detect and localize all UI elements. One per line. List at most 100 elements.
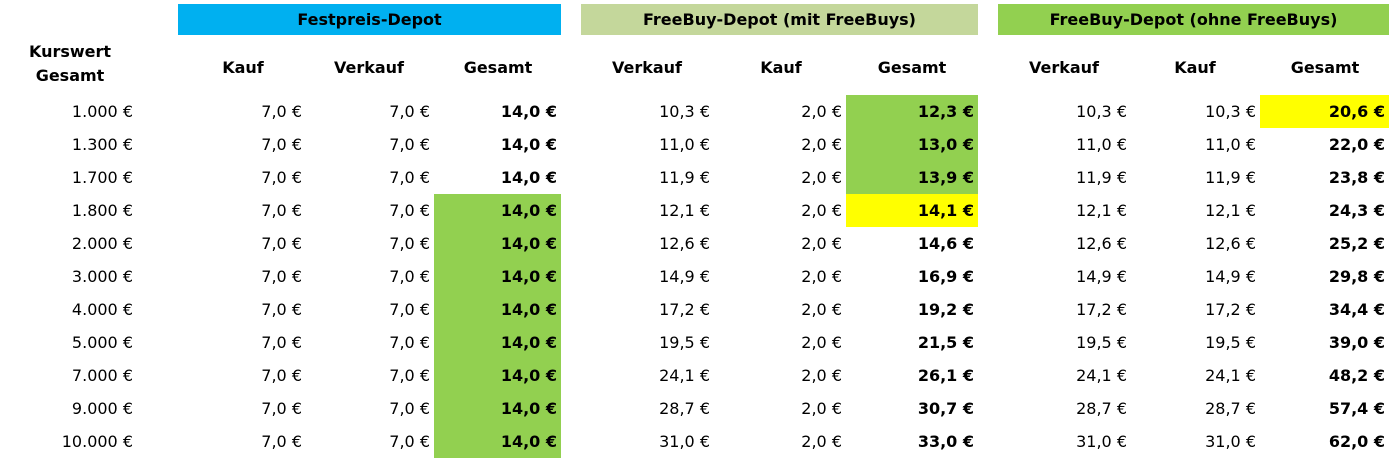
fee-cell: 7,0 € bbox=[389, 300, 430, 319]
fee-cell: 14,9 € bbox=[659, 267, 710, 286]
fee-cell: 11,9 € bbox=[1205, 168, 1256, 187]
fee-cell: 12,1 € bbox=[1076, 201, 1127, 220]
fee-cell: 12,6 € bbox=[659, 234, 710, 253]
kurswert-cell: 5.000 € bbox=[71, 333, 133, 352]
fee-cell: 2,0 € bbox=[801, 366, 842, 385]
fee-cell: 7,0 € bbox=[389, 201, 430, 220]
total-cell: 48,2 € bbox=[1328, 366, 1385, 385]
fee-cell: 7,0 € bbox=[389, 366, 430, 385]
fee-cell: 2,0 € bbox=[801, 399, 842, 418]
fee-cell: 12,6 € bbox=[1205, 234, 1256, 253]
fee-cell: 7,0 € bbox=[261, 432, 302, 451]
fee-cell: 10,3 € bbox=[659, 102, 710, 121]
fee-cell: 2,0 € bbox=[801, 102, 842, 121]
fee-cell: 12,1 € bbox=[659, 201, 710, 220]
column-header: Verkauf bbox=[611, 58, 683, 77]
fee-cell: 17,2 € bbox=[659, 300, 710, 319]
fee-cell: 7,0 € bbox=[261, 234, 302, 253]
fee-cell: 24,1 € bbox=[659, 366, 710, 385]
group-header: FreeBuy-Depot (mit FreeBuys) bbox=[581, 4, 978, 35]
fee-cell: 19,5 € bbox=[1205, 333, 1256, 352]
row-header-label: Kurswert bbox=[28, 42, 112, 61]
fee-cell: 7,0 € bbox=[261, 333, 302, 352]
total-cell: 23,8 € bbox=[1328, 168, 1385, 187]
fee-cell: 12,1 € bbox=[1205, 201, 1256, 220]
fee-cell: 2,0 € bbox=[801, 333, 842, 352]
fee-cell: 7,0 € bbox=[261, 201, 302, 220]
fee-cell: 7,0 € bbox=[389, 399, 430, 418]
kurswert-cell: 1.700 € bbox=[71, 168, 133, 187]
fee-cell: 17,2 € bbox=[1205, 300, 1256, 319]
row-header-label: Gesamt bbox=[35, 66, 105, 85]
group-header: FreeBuy-Depot (ohne FreeBuys) bbox=[998, 4, 1389, 35]
fee-cell: 7,0 € bbox=[261, 300, 302, 319]
kurswert-cell: 2.000 € bbox=[71, 234, 133, 253]
fee-cell: 19,5 € bbox=[659, 333, 710, 352]
kurswert-cell: 3.000 € bbox=[71, 267, 133, 286]
total-cell: 22,0 € bbox=[1328, 135, 1385, 154]
total-cell: 14,6 € bbox=[917, 234, 974, 253]
total-cell: 14,0 € bbox=[434, 359, 561, 392]
fee-cell: 11,9 € bbox=[1076, 168, 1127, 187]
fee-cell: 11,0 € bbox=[1076, 135, 1127, 154]
total-cell: 14,0 € bbox=[434, 326, 561, 359]
fee-cell: 11,0 € bbox=[659, 135, 710, 154]
fee-cell: 2,0 € bbox=[801, 201, 842, 220]
kurswert-cell: 10.000 € bbox=[61, 432, 133, 451]
fee-cell: 10,3 € bbox=[1205, 102, 1256, 121]
total-cell: 24,3 € bbox=[1328, 201, 1385, 220]
total-cell: 19,2 € bbox=[917, 300, 974, 319]
fee-cell: 2,0 € bbox=[801, 168, 842, 187]
total-cell: 29,8 € bbox=[1328, 267, 1385, 286]
column-header: Verkauf bbox=[1028, 58, 1100, 77]
total-cell: 34,4 € bbox=[1328, 300, 1385, 319]
fee-cell: 17,2 € bbox=[1076, 300, 1127, 319]
total-cell: 14,0 € bbox=[434, 392, 561, 425]
fee-cell: 7,0 € bbox=[261, 366, 302, 385]
total-cell: 13,0 € bbox=[846, 128, 978, 161]
total-cell: 25,2 € bbox=[1328, 234, 1385, 253]
kurswert-cell: 1.800 € bbox=[71, 201, 133, 220]
total-cell: 57,4 € bbox=[1328, 399, 1385, 418]
fee-cell: 7,0 € bbox=[389, 102, 430, 121]
total-cell: 14,0 € bbox=[434, 194, 561, 227]
fee-cell: 14,9 € bbox=[1205, 267, 1256, 286]
total-cell: 14,1 € bbox=[846, 194, 978, 227]
total-cell: 14,0 € bbox=[434, 260, 561, 293]
total-cell: 14,0 € bbox=[500, 168, 557, 187]
fee-cell: 28,7 € bbox=[1205, 399, 1256, 418]
fee-cell: 2,0 € bbox=[801, 300, 842, 319]
total-cell: 14,0 € bbox=[434, 227, 561, 260]
fee-cell: 31,0 € bbox=[1205, 432, 1256, 451]
total-cell: 62,0 € bbox=[1328, 432, 1385, 451]
fee-cell: 11,9 € bbox=[659, 168, 710, 187]
fee-cell: 2,0 € bbox=[801, 432, 842, 451]
fee-cell: 7,0 € bbox=[261, 135, 302, 154]
fee-cell: 7,0 € bbox=[261, 399, 302, 418]
fee-cell: 12,6 € bbox=[1076, 234, 1127, 253]
column-header: Gesamt bbox=[1290, 58, 1360, 77]
column-header: Verkauf bbox=[333, 58, 405, 77]
fee-cell: 24,1 € bbox=[1205, 366, 1256, 385]
total-cell: 12,3 € bbox=[846, 95, 978, 128]
column-header: Kauf bbox=[222, 58, 264, 77]
fee-cell: 7,0 € bbox=[389, 432, 430, 451]
fee-cell: 2,0 € bbox=[801, 267, 842, 286]
fee-cell: 28,7 € bbox=[659, 399, 710, 418]
total-cell: 14,0 € bbox=[500, 102, 557, 121]
total-cell: 20,6 € bbox=[1260, 95, 1389, 128]
total-cell: 16,9 € bbox=[917, 267, 974, 286]
total-cell: 30,7 € bbox=[917, 399, 974, 418]
column-header: Kauf bbox=[1174, 58, 1216, 77]
fee-cell: 7,0 € bbox=[389, 168, 430, 187]
total-cell: 14,0 € bbox=[434, 425, 561, 458]
column-header: Gesamt bbox=[463, 58, 533, 77]
fee-cell: 7,0 € bbox=[389, 267, 430, 286]
column-header: Kauf bbox=[760, 58, 802, 77]
fee-cell: 19,5 € bbox=[1076, 333, 1127, 352]
fee-cell: 28,7 € bbox=[1076, 399, 1127, 418]
fee-cell: 7,0 € bbox=[389, 135, 430, 154]
fee-cell: 7,0 € bbox=[261, 267, 302, 286]
total-cell: 21,5 € bbox=[917, 333, 974, 352]
kurswert-cell: 4.000 € bbox=[71, 300, 133, 319]
